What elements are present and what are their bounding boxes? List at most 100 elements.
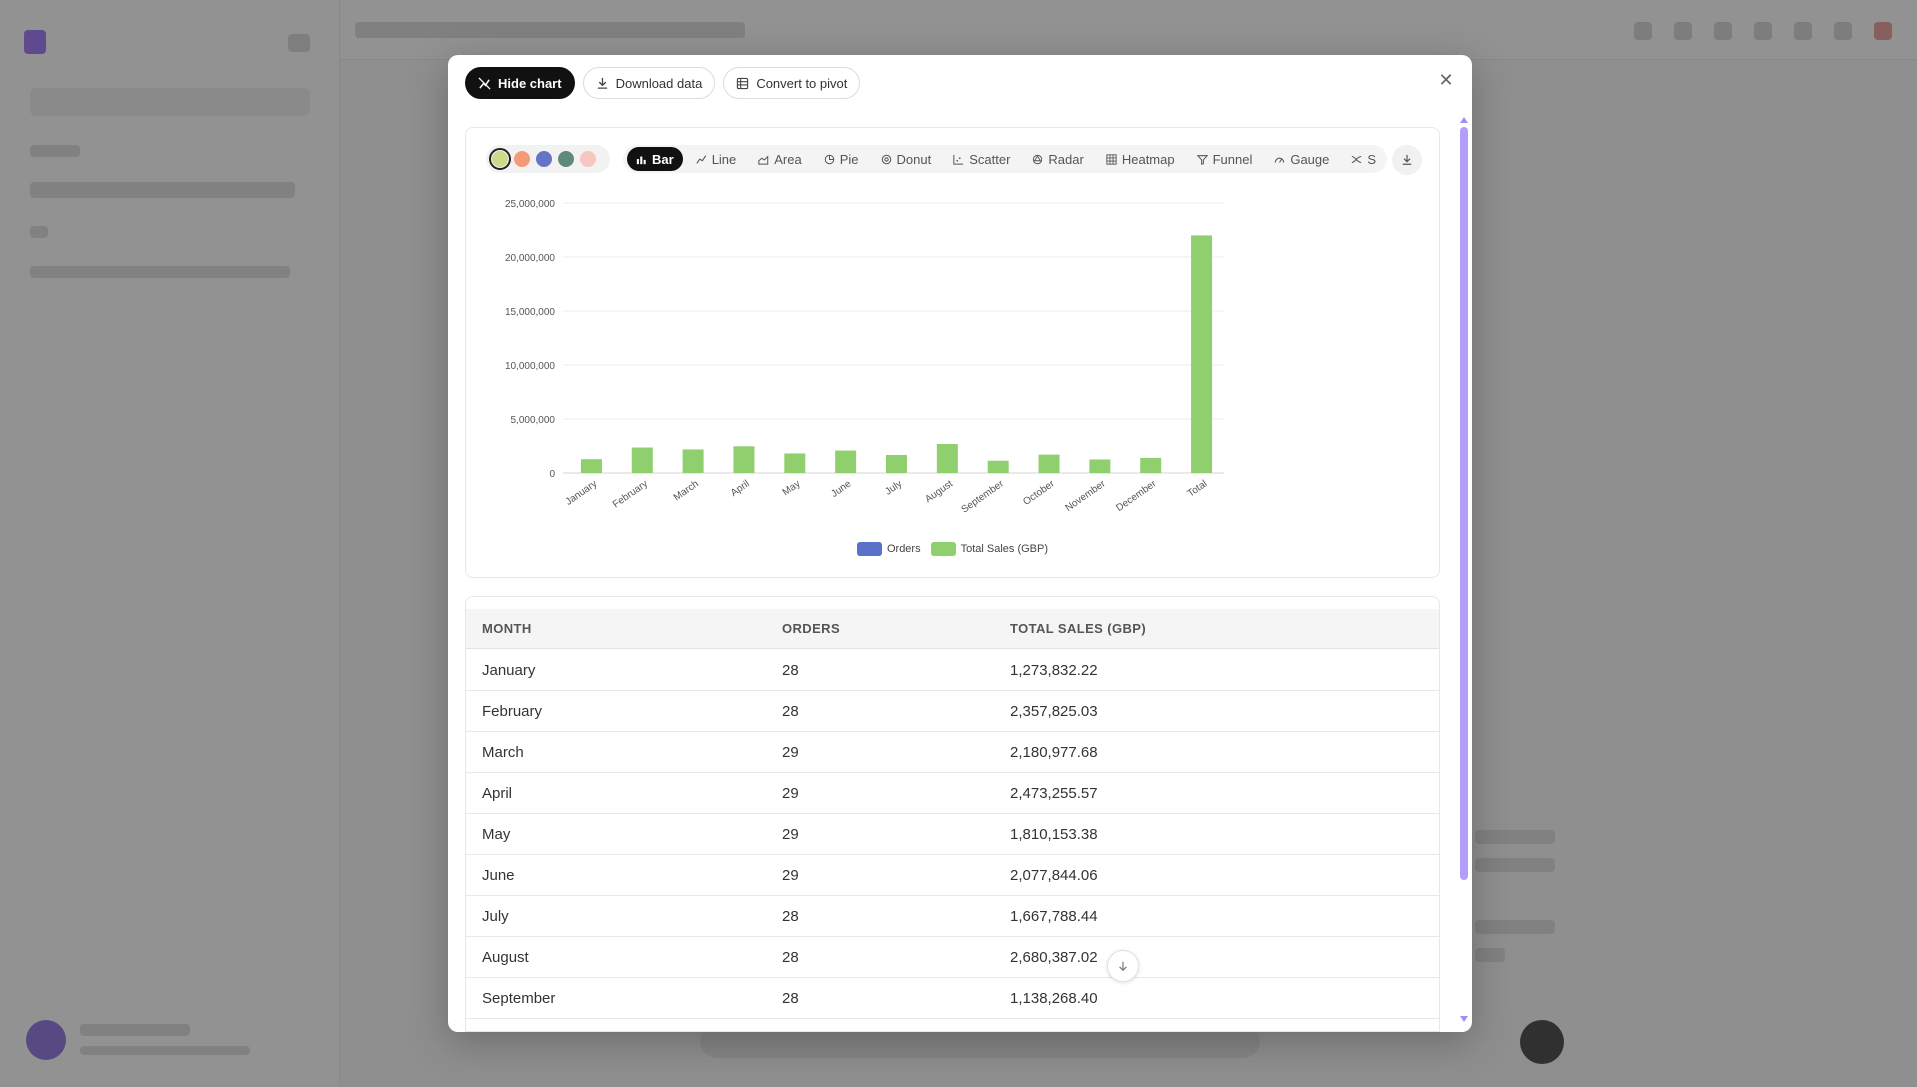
- cell-orders: 29: [782, 785, 799, 802]
- chart-type-label: Heatmap: [1121, 151, 1175, 167]
- scroll-thumb[interactable]: [1460, 127, 1468, 880]
- scroll-up-icon[interactable]: [1460, 117, 1468, 123]
- legend-item[interactable]: Total Sales (GBP): [930, 542, 1048, 556]
- cell-month: May: [482, 826, 511, 843]
- pie-chart-icon: [824, 154, 834, 164]
- x-tick-label: November: [1063, 478, 1108, 514]
- y-tick-label: 5,000,000: [511, 415, 556, 426]
- hide-chart-label: Hide chart: [498, 75, 562, 91]
- chart-type-scatter[interactable]: Scatter: [944, 147, 1019, 171]
- palette-swatch-soft[interactable]: [580, 151, 596, 167]
- chart-type-radar[interactable]: Radar: [1023, 147, 1092, 171]
- table-row[interactable]: August 28 2,680,387.02: [466, 937, 1439, 978]
- palette-swatch-cool[interactable]: [536, 151, 552, 167]
- x-tick-label: May: [781, 478, 803, 498]
- scrollbar[interactable]: [1460, 117, 1468, 1022]
- chart-type-funnel[interactable]: Funnel: [1188, 147, 1262, 171]
- chart-type-label: Donut: [896, 151, 932, 167]
- chart-type-label: Area: [774, 151, 802, 167]
- chart-type-pie[interactable]: Pie: [815, 147, 868, 171]
- x-tick-label: July: [883, 478, 904, 497]
- cell-total-sales: 2,077,844.06: [1010, 867, 1098, 884]
- legend-label: Orders: [886, 543, 921, 555]
- cell-month: August: [482, 949, 529, 966]
- gauge-icon: [1275, 157, 1285, 163]
- chart-type-bar[interactable]: Bar: [627, 147, 683, 171]
- bar-total-sales-june[interactable]: [835, 450, 857, 473]
- chart-type-heatmap[interactable]: Heatmap: [1097, 147, 1184, 171]
- chart-type-line[interactable]: Line: [687, 147, 746, 171]
- table-header: MONTH ORDERS TOTAL SALES (GBP): [466, 609, 1439, 649]
- download-icon: [1402, 154, 1412, 165]
- cell-total-sales: 1,810,153.38: [1010, 826, 1098, 843]
- chart-off-icon: [478, 76, 491, 90]
- bar-total-sales-october[interactable]: [1038, 454, 1060, 473]
- cell-orders: 28: [782, 662, 799, 679]
- scroll-down-icon[interactable]: [1460, 1016, 1468, 1022]
- palette-swatch-warm[interactable]: [514, 151, 530, 167]
- scatter-chart-icon: [953, 154, 964, 165]
- cell-orders: 28: [782, 908, 799, 925]
- cell-month: September: [482, 990, 556, 1007]
- data-table: MONTH ORDERS TOTAL SALES (GBP) January 28…: [465, 596, 1440, 1032]
- chart-type-gauge[interactable]: Gauge: [1265, 147, 1338, 171]
- bar-chart-icon: [636, 156, 646, 164]
- chart-modal: Hide chart Download data Convert to pivo…: [448, 55, 1472, 1032]
- y-tick-label: 20,000,000: [505, 253, 555, 264]
- bar-total-sales-november[interactable]: [1089, 459, 1111, 474]
- cell-orders: 28: [782, 949, 799, 966]
- table-row[interactable]: July 28 1,667,788.44: [466, 896, 1439, 937]
- x-tick-label: February: [611, 478, 650, 510]
- convert-to-pivot-button[interactable]: Convert to pivot: [723, 67, 861, 99]
- chart-type-area[interactable]: Area: [749, 147, 810, 171]
- scroll-to-bottom-button[interactable]: [1107, 950, 1139, 982]
- table-row[interactable]: June 29 2,077,844.06: [466, 855, 1439, 896]
- cell-orders: 29: [782, 867, 799, 884]
- chart-type-selector: Bar Line Area Pie Donut Scatter Radar Heatmap Fu…: [623, 145, 1387, 173]
- modal-toolbar: Hide chart Download data Convert to pivo…: [465, 67, 861, 99]
- cell-orders: 28: [782, 990, 799, 1007]
- cell-month: March: [482, 744, 524, 761]
- y-tick-label: 25,000,000: [505, 199, 555, 210]
- bar-total-sales-july[interactable]: [886, 454, 907, 473]
- y-tick-label: 10,000,000: [505, 361, 555, 372]
- download-icon: [597, 77, 607, 89]
- download-data-button[interactable]: Download data: [582, 67, 716, 99]
- chart-type-label: Funnel: [1212, 151, 1253, 167]
- table-row[interactable]: September 28 1,138,268.40: [466, 978, 1439, 1019]
- hide-chart-button[interactable]: Hide chart: [465, 67, 575, 99]
- header-month[interactable]: MONTH: [482, 621, 532, 636]
- x-tick-label: August: [923, 478, 955, 505]
- close-icon[interactable]: ✕: [1438, 72, 1454, 90]
- chart-type-label: S: [1367, 151, 1377, 167]
- bar-total-sales-january[interactable]: [580, 459, 602, 473]
- bar-total-sales-march[interactable]: [682, 449, 704, 473]
- table-row[interactable]: April 29 2,473,255.57: [466, 773, 1439, 814]
- chart-type-donut[interactable]: Donut: [872, 147, 941, 171]
- palette-swatch-pastel-mix[interactable]: [489, 148, 511, 170]
- header-orders[interactable]: ORDERS: [782, 621, 840, 636]
- cell-total-sales: 2,357,825.03: [1010, 703, 1098, 720]
- bar-total-sales-april[interactable]: [733, 446, 755, 473]
- bar-total-sales-february[interactable]: [631, 447, 653, 473]
- bar-total-sales-may[interactable]: [784, 453, 806, 473]
- cell-month: February: [482, 703, 543, 720]
- chart-type-s[interactable]: S: [1342, 147, 1385, 171]
- bar-total-sales-december[interactable]: [1140, 457, 1162, 473]
- cell-total-sales: 1,273,832.22: [1010, 662, 1098, 679]
- table-row[interactable]: May 29 1,810,153.38: [466, 814, 1439, 855]
- bar-total-sales-september[interactable]: [987, 460, 1009, 473]
- table-row[interactable]: March 29 2,180,977.68: [466, 732, 1439, 773]
- chart-type-label: Gauge: [1290, 151, 1330, 167]
- chart-download-button[interactable]: [1392, 145, 1422, 175]
- bar-chart: 0 5,000,000 10,000,000 15,000,000 20,000,000…: [505, 199, 1224, 516]
- bar-total-sales-august[interactable]: [936, 444, 958, 473]
- bar-total-sales-total[interactable]: [1191, 235, 1213, 473]
- header-total-sales[interactable]: TOTAL SALES (GBP): [1010, 621, 1146, 636]
- palette-swatch-teal[interactable]: [558, 151, 574, 167]
- cell-month: April: [482, 785, 513, 802]
- cell-total-sales: 2,180,977.68: [1010, 744, 1098, 761]
- legend-item[interactable]: Orders: [856, 542, 921, 556]
- table-row[interactable]: January 28 1,273,832.22: [466, 650, 1439, 691]
- table-row[interactable]: February 28 2,357,825.03: [466, 691, 1439, 732]
